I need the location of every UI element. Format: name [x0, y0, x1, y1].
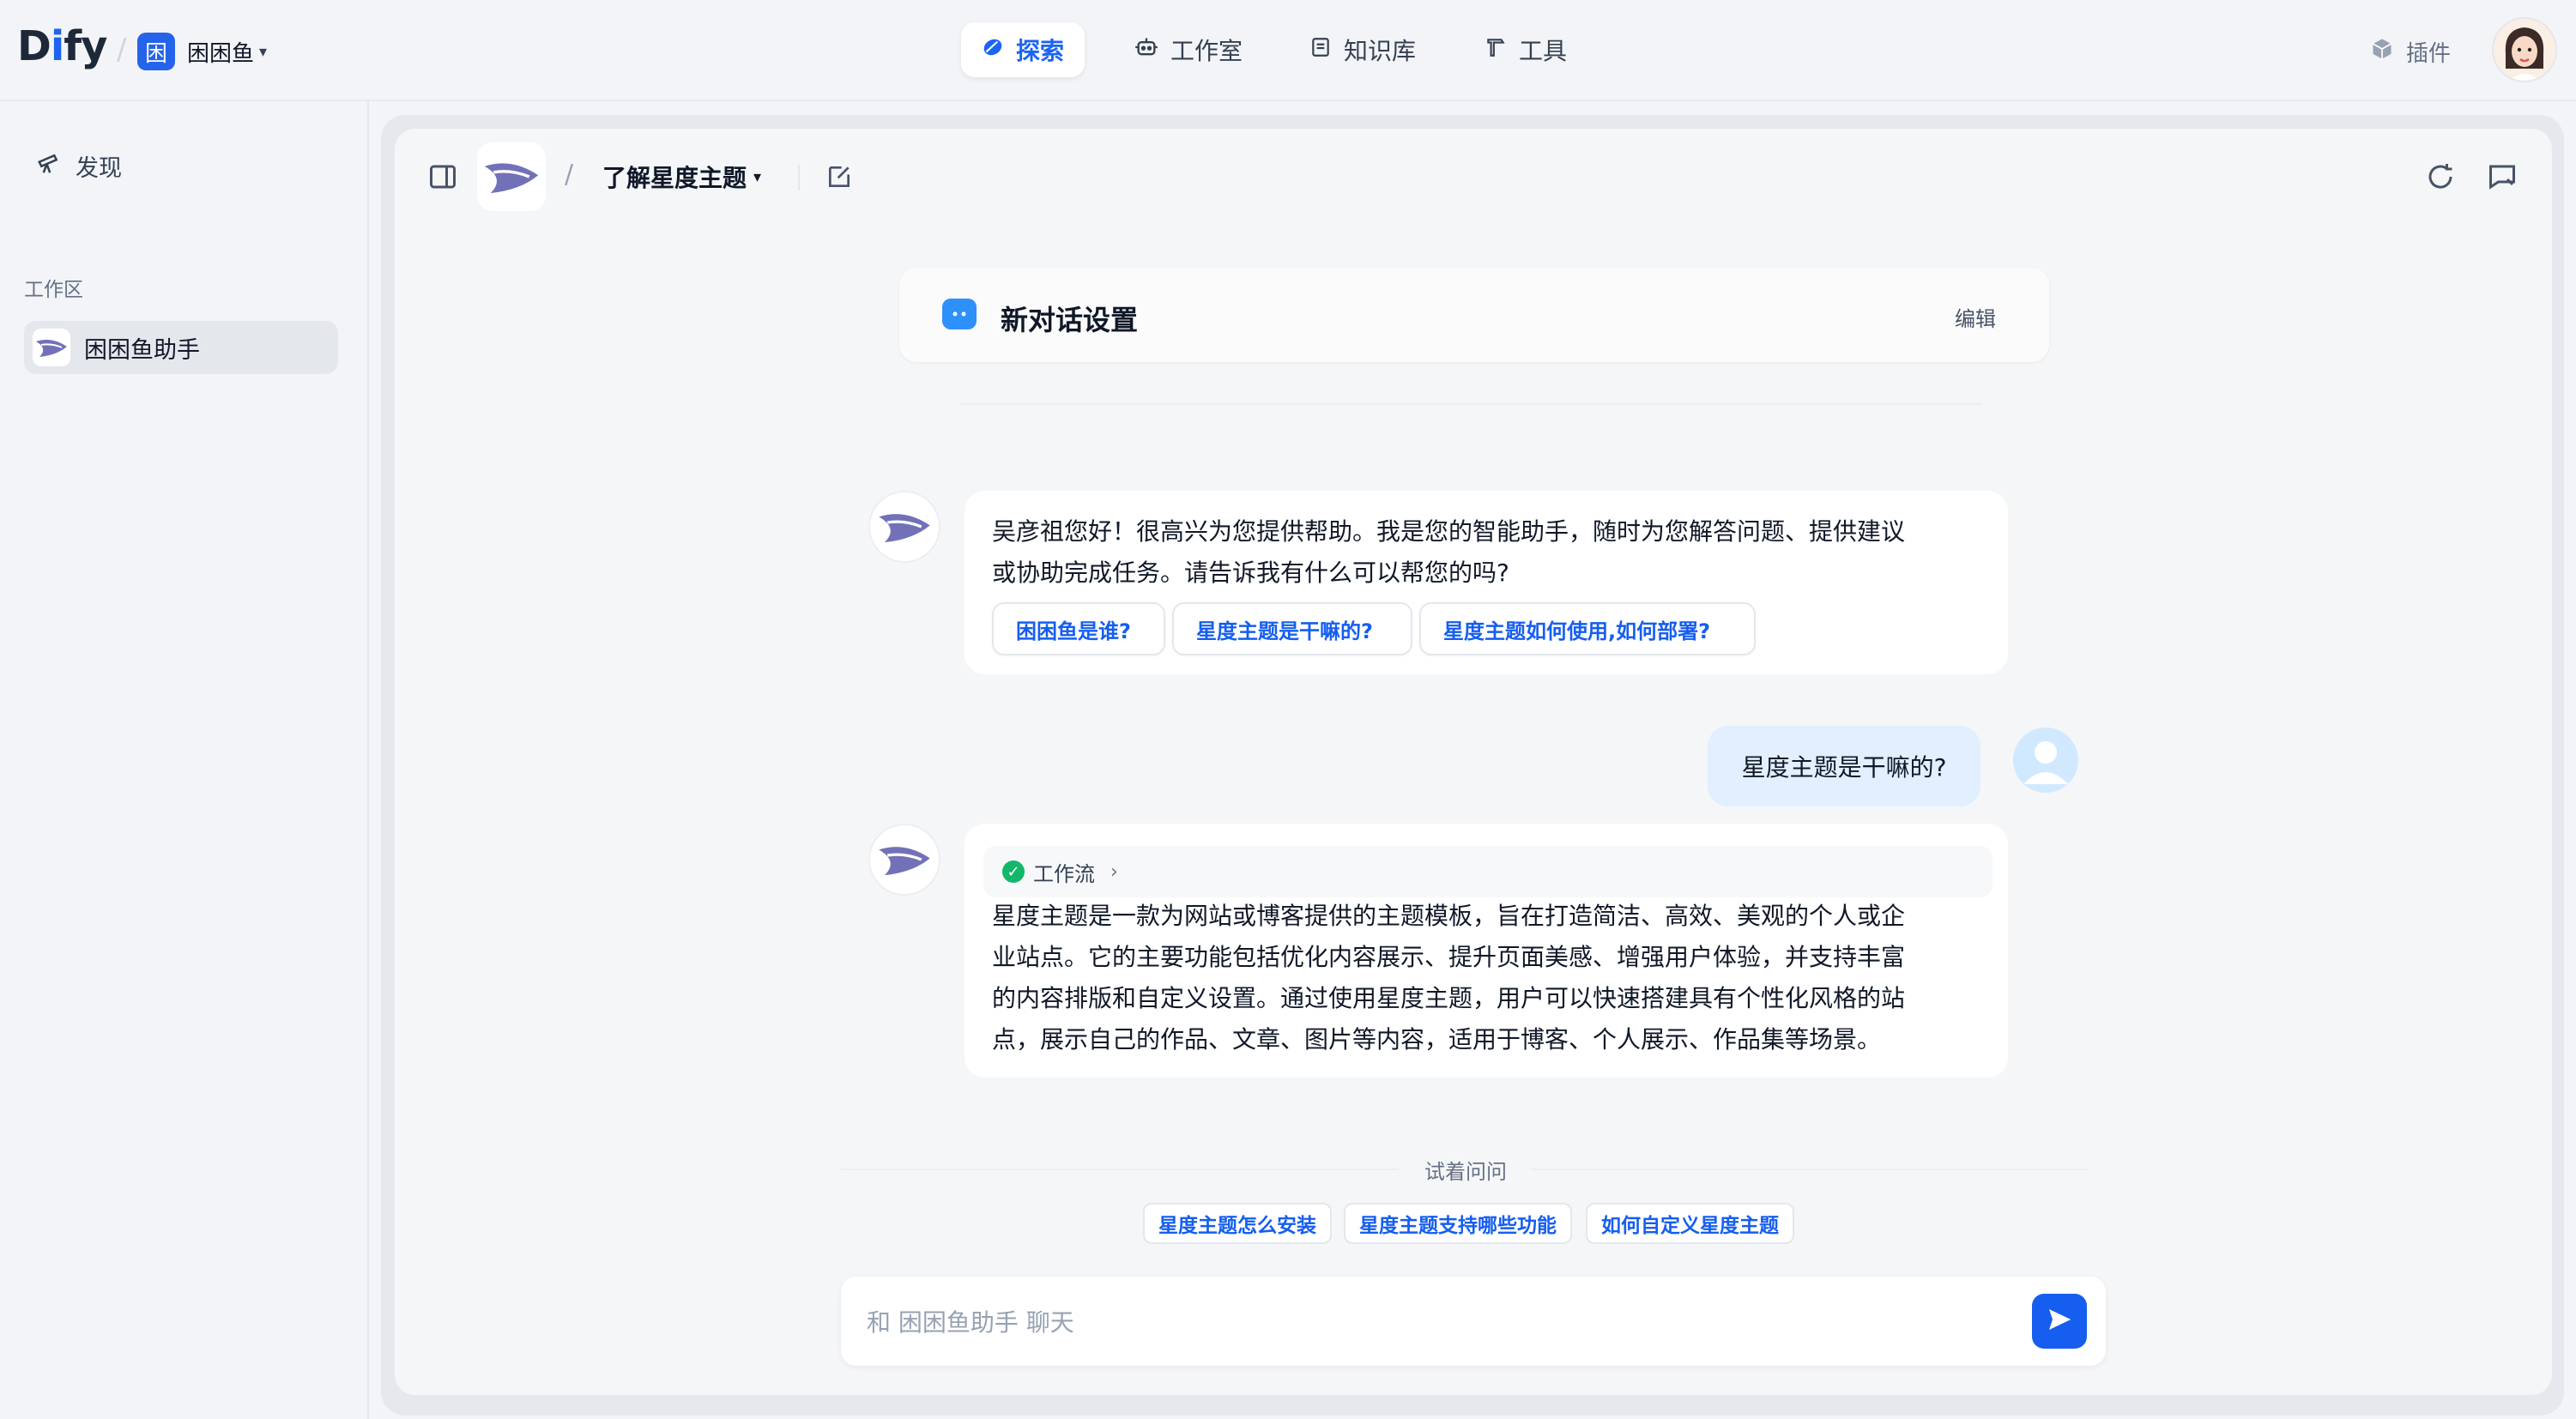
message-line: 的内容排版和自定义设置。通过使用星度主题，用户可以快速搭建具有个性化风格的站: [992, 984, 1906, 1012]
top-bar: Dify / 困 困困鱼 ▾ 探索 工作室 知识库 工具 插件: [0, 0, 2576, 101]
chevron-right-icon: ›: [1110, 860, 1118, 883]
workspace-switcher[interactable]: 困 困困鱼 ▾: [137, 33, 267, 70]
sidebar-item-app-label: 困困鱼助手: [84, 336, 200, 364]
settings-edit-button[interactable]: 编辑: [1955, 302, 1996, 332]
assistant-message: 吴彦祖您好！很高兴为您提供帮助。我是您的智能助手，随时为您解答问题、提供建议 或…: [964, 491, 2008, 674]
suggested-question-button[interactable]: 困困鱼是谁?: [992, 602, 1165, 655]
plugins-label: 插件: [2406, 40, 2452, 67]
chevron-down-icon: ▾: [259, 42, 268, 61]
workspace-name: 困困鱼: [187, 40, 255, 67]
sidebar-section-title: 工作区: [24, 279, 83, 301]
conversation-title-text: 了解星度主题: [602, 164, 747, 192]
nav-studio-label: 工作室: [1170, 37, 1243, 65]
nav-explore[interactable]: 探索: [961, 22, 1085, 77]
user-avatar: [2013, 728, 2078, 793]
sidebar-item-discover[interactable]: 发现: [36, 149, 122, 183]
nav-tools-label: 工具: [1519, 37, 1568, 65]
fish-icon: [33, 329, 70, 366]
suggested-question-button[interactable]: 星度主题如何使用,如何部署?: [1419, 602, 1756, 655]
chat-history-icon[interactable]: [2487, 161, 2518, 192]
workspace-badge: 困: [137, 33, 175, 70]
compass-icon: [982, 36, 1004, 64]
nav-explore-label: 探索: [1016, 37, 1065, 65]
sidebar: 发现 工作区 困困鱼助手: [0, 101, 369, 1419]
restart-icon[interactable]: [2425, 161, 2456, 192]
plugins-button[interactable]: 插件: [2370, 31, 2451, 72]
chat-input[interactable]: [865, 1302, 1984, 1342]
message-line: 吴彦祖您好！很高兴为您提供帮助。我是您的智能助手，随时为您解答问题、提供建议: [992, 517, 1906, 546]
new-chat-icon[interactable]: [825, 163, 853, 190]
assistant-message: ✓ 工作流 › 星度主题是一款为网站或博客提供的主题模板，旨在打造简洁、高效、美…: [964, 824, 2008, 1078]
divider: [841, 1168, 1399, 1170]
try-asking-label: 试着问问: [1424, 1160, 1507, 1184]
send-button[interactable]: [2032, 1294, 2087, 1349]
app-icon: [477, 142, 546, 211]
user-message: 星度主题是干嘛的?: [1708, 726, 1980, 806]
hammer-icon: [1485, 36, 1507, 64]
sidebar-item-app[interactable]: 困困鱼助手: [24, 321, 338, 374]
chevron-down-icon: ▾: [753, 167, 762, 186]
message-line: 点，展示自己的作品、文章、图片等内容，适用于博客、个人展示、作品集等场景。: [992, 1025, 1882, 1054]
nav-tools[interactable]: 工具: [1464, 22, 1587, 77]
header-divider: [798, 165, 800, 190]
header-separator: /: [565, 160, 574, 190]
message-line: 星度主题是一款为网站或博客提供的主题模板，旨在打造简洁、高效、美观的个人或企: [992, 902, 1906, 930]
workflow-label: 工作流: [1033, 861, 1095, 886]
divider: [961, 403, 1982, 405]
suggested-question-button[interactable]: 星度主题是干嘛的?: [1172, 602, 1412, 655]
chat-input-box: [841, 1277, 2106, 1366]
conversation-title[interactable]: 了解星度主题 ▾: [602, 160, 761, 194]
sidebar-toggle-icon[interactable]: [427, 161, 458, 192]
assistant-avatar: [868, 824, 940, 896]
breadcrumb-separator: /: [117, 33, 127, 67]
message-line: 业站点。它的主要功能包括优化内容展示、提升页面美感、增强用户体验，并支持丰富: [992, 943, 1906, 971]
user-avatar[interactable]: [2492, 17, 2557, 82]
message-line: 或协助完成任务。请告诉我有什么可以帮您的吗?: [992, 559, 1509, 587]
check-circle-icon: ✓: [1002, 860, 1025, 883]
nav-knowledge-label: 知识库: [1344, 37, 1417, 65]
book-icon: [1309, 36, 1332, 64]
robot-icon: [1134, 35, 1158, 65]
nav-studio[interactable]: 工作室: [1114, 22, 1263, 77]
settings-card-title: 新对话设置: [1001, 304, 1139, 336]
send-icon: [2046, 1306, 2073, 1337]
workflow-status[interactable]: ✓ 工作流 ›: [983, 846, 1992, 897]
new-conversation-settings-card: 新对话设置 编辑: [899, 268, 2049, 362]
divider: [1531, 1168, 2089, 1170]
nav-knowledge[interactable]: 知识库: [1289, 22, 1436, 77]
cube-icon: [2370, 37, 2394, 67]
try-ask-chip[interactable]: 星度主题支持哪些功能: [1344, 1203, 1572, 1244]
assistant-avatar: [868, 491, 940, 563]
chat-bubble-icon: [942, 299, 977, 329]
dify-logo[interactable]: Dify: [17, 22, 107, 70]
try-ask-chip[interactable]: 星度主题怎么安装: [1143, 1203, 1332, 1244]
sidebar-item-discover-label: 发现: [76, 155, 122, 182]
telescope-icon: [36, 150, 62, 182]
try-ask-chip[interactable]: 如何自定义星度主题: [1586, 1203, 1794, 1244]
